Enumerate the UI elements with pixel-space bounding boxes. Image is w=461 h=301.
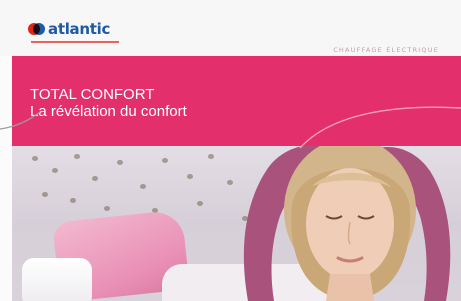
logo-wordmark: atlantic xyxy=(48,20,111,38)
hero-banner: TOTAL CONFORT La révélation du confort xyxy=(12,56,461,146)
logo-tagline-strip xyxy=(31,41,119,43)
header-band: atlantic CHAUFFAGE ÉLECTRIQUE xyxy=(0,0,461,56)
hero-photo xyxy=(12,146,461,301)
atlantic-logo[interactable]: atlantic xyxy=(28,22,110,37)
logo-mark-icon xyxy=(28,22,45,37)
brochure-cover: atlantic CHAUFFAGE ÉLECTRIQUE TOTAL CONF… xyxy=(0,0,461,301)
banner-subtitle: La révélation du confort xyxy=(30,103,187,120)
category-label: CHAUFFAGE ÉLECTRIQUE xyxy=(333,46,439,54)
banner-title: TOTAL CONFORT xyxy=(30,86,155,103)
relaxing-woman-icon xyxy=(243,146,451,301)
